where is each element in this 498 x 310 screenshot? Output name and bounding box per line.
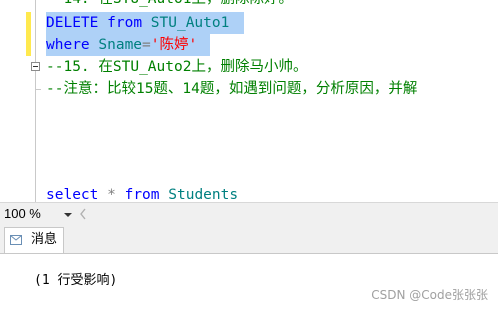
tab-messages[interactable]: 消息 (4, 227, 64, 253)
keyword: DELETE (46, 15, 99, 31)
keyword: select (46, 187, 99, 202)
keyword: where (46, 37, 90, 53)
comment-line: --15. 在STU_Auto2上，删除马小帅。 (46, 59, 308, 75)
tab-label: 消息 (31, 232, 58, 247)
result-message: (1 行受影响) (34, 273, 118, 288)
keyword: from (124, 187, 160, 202)
keyword: from (107, 15, 143, 31)
results-pane: 消息 (1 行受影响) CSDN @Code张张张 (0, 225, 498, 310)
code-line-where: where Sname='陈婷' (46, 34, 197, 56)
chevron-down-icon[interactable] (64, 213, 72, 217)
string-literal: '陈婷' (150, 37, 198, 53)
code-line-select: select * from Students (46, 184, 238, 202)
code-line-delete: DELETE from STU_Auto1 (46, 12, 229, 34)
editor-statusbar: 100 % (0, 202, 498, 225)
messages-icon (10, 235, 22, 245)
zoom-dropdown[interactable]: 100 % (2, 205, 76, 223)
table-name: STU_Auto1 (150, 15, 230, 31)
fold-guide (35, 0, 36, 202)
sql-editor[interactable]: --14. 在STU_Auto1上，删除陈婷。 DELETE from STU_… (0, 0, 498, 202)
table-name: Students (168, 187, 239, 202)
operator: * (107, 187, 116, 202)
change-marker (26, 12, 31, 56)
results-tabbar: 消息 (0, 225, 498, 254)
horizontal-scrollbar[interactable] (96, 207, 498, 221)
watermark: CSDN @Code张张张 (371, 288, 488, 302)
comment-line: --注意：比较15题、14题，如遇到问题，分析原因，并解 (46, 81, 418, 97)
comment-line: --14. 在STU_Auto1上，删除陈婷。 (46, 0, 293, 10)
column-name: Sname (98, 37, 143, 53)
zoom-level: 100 % (4, 206, 41, 221)
fold-end-tick (35, 89, 41, 90)
editor-margin (0, 0, 22, 202)
minus-box-icon[interactable] (31, 62, 40, 71)
scroll-left-icon[interactable] (80, 207, 87, 221)
operator: = (142, 37, 151, 53)
